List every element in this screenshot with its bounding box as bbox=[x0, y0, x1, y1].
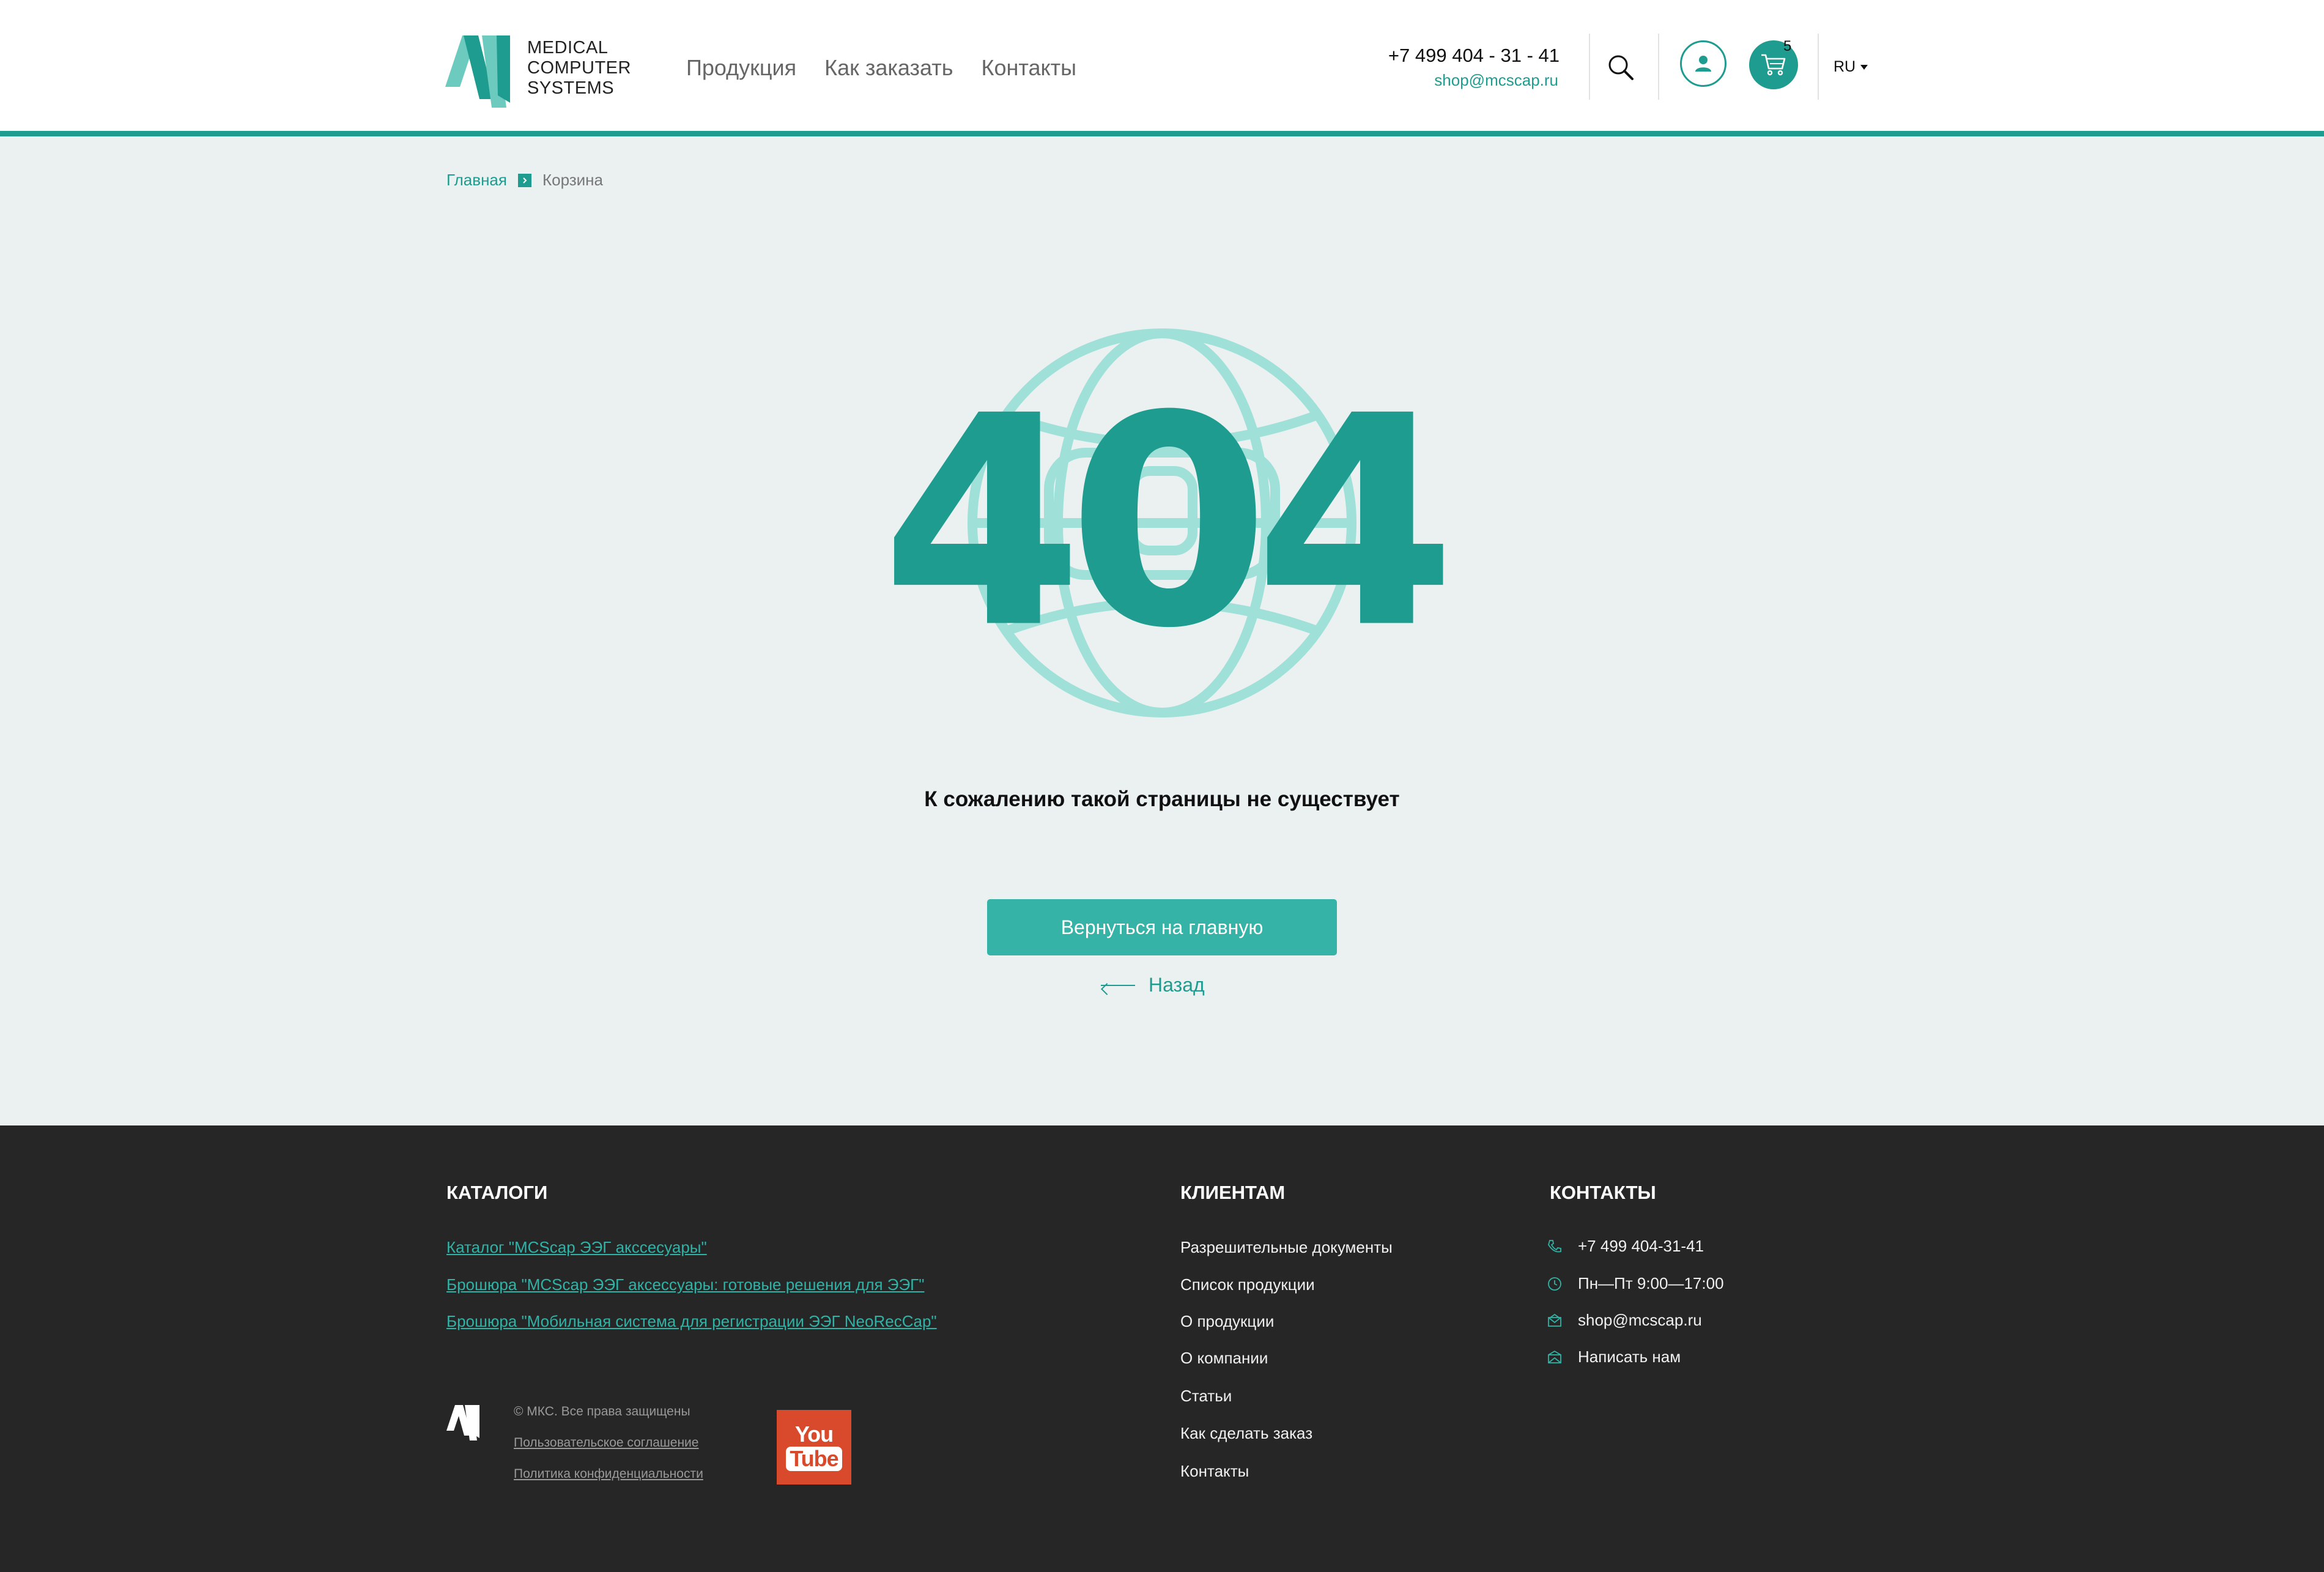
error-code: 404 bbox=[881, 355, 1456, 690]
footer-client-link[interactable]: Разрешительные документы bbox=[1180, 1238, 1393, 1257]
breadcrumb-home-link[interactable]: Главная bbox=[446, 171, 507, 190]
footer-contact-phone[interactable]: +7 499 404-31-41 bbox=[1546, 1237, 1704, 1256]
footer-client-link[interactable]: Список продукции bbox=[1180, 1275, 1315, 1294]
logo-mark-icon bbox=[445, 35, 510, 108]
header-divider bbox=[1818, 34, 1819, 100]
header-phone-link[interactable]: +7 499 404 - 31 - 41 bbox=[1388, 45, 1560, 67]
nav-item-contacts[interactable]: Контакты bbox=[982, 55, 1077, 81]
footer-catalog-link[interactable]: Брошюра "MCScap ЭЭГ аксессуары: готовые … bbox=[446, 1275, 924, 1294]
footer-client-link[interactable]: Статьи bbox=[1180, 1387, 1232, 1406]
account-button[interactable] bbox=[1680, 40, 1726, 87]
back-link[interactable]: Назад bbox=[1101, 974, 1205, 996]
site-footer bbox=[0, 1125, 2324, 1572]
arrow-left-icon bbox=[1101, 984, 1135, 986]
breadcrumb-current: Корзина bbox=[542, 171, 604, 189]
mail-open-icon bbox=[1546, 1349, 1563, 1366]
error-message: К сожалению такой страницы не существует bbox=[924, 787, 1400, 811]
footer-user-agreement-link[interactable]: Пользовательское соглашение bbox=[514, 1436, 698, 1450]
breadcrumb: Главная Корзина bbox=[446, 171, 603, 190]
logo-text: MEDICAL COMPUTER SYSTEMS bbox=[527, 38, 631, 98]
footer-catalog-link[interactable]: Каталог "MCScap ЭЭГ акссесуары" bbox=[446, 1238, 707, 1257]
footer-client-link[interactable]: О продукции bbox=[1180, 1312, 1274, 1331]
footer-contact-hours: Пн—Пт 9:00—17:00 bbox=[1546, 1274, 1724, 1293]
footer-client-link[interactable]: Контакты bbox=[1180, 1462, 1249, 1481]
header-accent-line bbox=[0, 131, 2324, 136]
clock-icon bbox=[1546, 1275, 1563, 1292]
youtube-logo-bottom: Tube bbox=[786, 1447, 842, 1471]
cart-count-badge: 5 bbox=[1783, 38, 1792, 54]
mail-icon bbox=[1546, 1312, 1563, 1329]
search-icon bbox=[1608, 55, 1634, 80]
search-button[interactable] bbox=[1606, 53, 1635, 82]
chevron-right-icon bbox=[517, 173, 531, 187]
footer-contact-write-us[interactable]: Написать нам bbox=[1546, 1348, 1681, 1366]
footer-contact-email[interactable]: shop@mcscap.ru bbox=[1546, 1311, 1702, 1330]
youtube-button[interactable]: You Tube bbox=[777, 1410, 851, 1485]
header-divider bbox=[1658, 34, 1659, 100]
footer-client-link[interactable]: О компании bbox=[1180, 1349, 1268, 1368]
chevron-down-icon bbox=[1860, 64, 1868, 70]
footer-catalog-link[interactable]: Брошюра "Мобильная система для регистрац… bbox=[446, 1312, 937, 1331]
header-divider bbox=[1589, 34, 1590, 100]
youtube-logo-top: You bbox=[794, 1422, 834, 1447]
header-email-link[interactable]: shop@mcscap.ru bbox=[1434, 71, 1558, 90]
footer-copyright: © МКС. Все права защищены bbox=[514, 1404, 690, 1418]
user-icon bbox=[1695, 56, 1711, 72]
nav-item-products[interactable]: Продукция bbox=[686, 55, 796, 81]
language-select[interactable]: RU bbox=[1834, 58, 1868, 76]
back-to-home-button[interactable]: Вернуться на главную bbox=[987, 899, 1337, 955]
language-value: RU bbox=[1834, 58, 1856, 75]
site-header: MEDICAL COMPUTER SYSTEMS Продукция Как з… bbox=[0, 0, 2324, 131]
footer-privacy-policy-link[interactable]: Политика конфиденциальности bbox=[514, 1467, 703, 1481]
main-nav: Продукция Как заказать Контакты bbox=[686, 55, 1076, 81]
footer-catalogs-title: КАТАЛОГИ bbox=[446, 1182, 548, 1203]
back-link-label: Назад bbox=[1149, 974, 1205, 996]
phone-icon bbox=[1546, 1238, 1563, 1255]
footer-contacts-title: КОНТАКТЫ bbox=[1550, 1182, 1656, 1203]
footer-logo-icon[interactable] bbox=[446, 1403, 487, 1443]
footer-clients-title: КЛИЕНТАМ bbox=[1180, 1182, 1286, 1203]
cart-icon bbox=[1761, 54, 1786, 76]
footer-client-link[interactable]: Как сделать заказ bbox=[1180, 1424, 1312, 1443]
nav-item-how-to-order[interactable]: Как заказать bbox=[824, 55, 953, 81]
site-logo[interactable]: MEDICAL COMPUTER SYSTEMS bbox=[445, 32, 641, 113]
